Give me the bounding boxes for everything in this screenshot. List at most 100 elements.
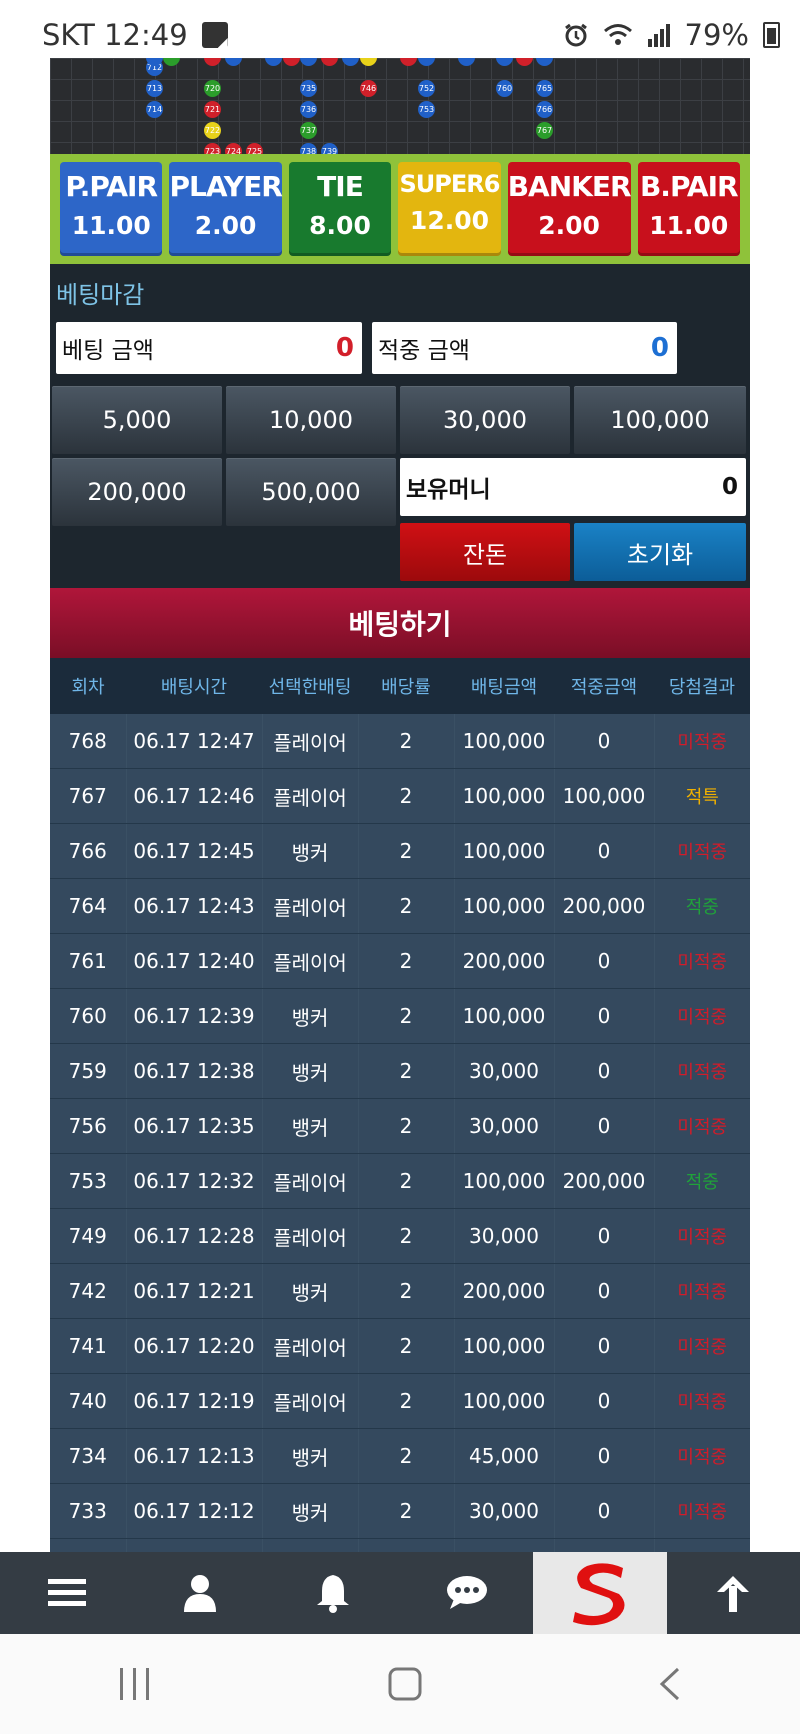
chip-200000[interactable]: 200,000	[52, 458, 222, 526]
history-cell: 미적중	[654, 714, 750, 769]
history-cell: 761	[50, 933, 127, 989]
history-cell: 06.17 12:47	[126, 714, 263, 769]
history-cell: 30,000	[454, 1483, 555, 1539]
chip-500000[interactable]: 500,000	[226, 458, 396, 526]
roadmap-dot: 737	[300, 122, 317, 139]
bet-option-odds: 11.00	[71, 211, 151, 240]
recent-apps-icon[interactable]	[118, 1668, 152, 1700]
history-cell: 766	[50, 823, 127, 879]
chat-button[interactable]	[400, 1552, 533, 1634]
history-cell: 뱅커	[262, 823, 359, 879]
history-cell: 2	[358, 1428, 455, 1484]
history-row: 761 06.17 12:40 플레이어 2 200,000 0 미적중	[50, 933, 750, 989]
back-icon[interactable]	[658, 1667, 682, 1701]
place-bet-button[interactable]: 베팅하기	[50, 588, 750, 658]
history-cell: 뱅커	[262, 1483, 359, 1539]
bet-option-p-pair[interactable]: P.PAIR 11.00	[60, 162, 163, 256]
roadmap-dot: 752	[418, 80, 435, 97]
chip-30000[interactable]: 30,000	[400, 386, 570, 454]
history-cell: 100,000	[454, 1373, 555, 1429]
bet-option-super6[interactable]: SUPER6 12.00	[398, 162, 501, 256]
notification-button[interactable]	[267, 1552, 400, 1634]
history-cell: 200,000	[454, 933, 555, 989]
home-icon[interactable]	[388, 1667, 422, 1701]
reset-button[interactable]: 초기화	[574, 523, 746, 581]
history-cell: 미적중	[654, 1318, 750, 1374]
history-cell: 733	[50, 1483, 127, 1539]
bet-amount-value: 0	[335, 333, 354, 363]
history-cell: 100,000	[554, 768, 655, 824]
change-button[interactable]: 잔돈	[400, 523, 570, 581]
system-nav-bar	[0, 1634, 800, 1734]
win-amount-label: 적중 금액	[378, 338, 470, 364]
history-cell: 06.17 12:40	[126, 933, 263, 989]
user-button[interactable]	[133, 1552, 266, 1634]
history-cell: 768	[50, 714, 127, 769]
history-cell: 2	[358, 768, 455, 824]
history-cell: 749	[50, 1208, 127, 1264]
history-cell: 2	[358, 714, 455, 769]
roadmap-dot: 722	[204, 122, 221, 139]
history-cell: 뱅커	[262, 1538, 359, 1552]
bet-option-name: B.PAIR	[639, 170, 739, 203]
bottom-nav	[0, 1552, 800, 1634]
history-cell: 미적중	[654, 1043, 750, 1099]
history-header-cell: 배당률	[358, 658, 454, 714]
chip-10000[interactable]: 10,000	[226, 386, 396, 454]
history-cell: 2	[358, 1373, 455, 1429]
roadmap-dot-partial	[283, 58, 300, 66]
roadmap-dot-partial	[163, 58, 180, 66]
roadmap-dot: 721	[204, 101, 221, 118]
win-amount-value: 0	[650, 333, 669, 363]
history-cell: 미적중	[654, 1263, 750, 1319]
history-row: 742 06.17 12:21 뱅커 2 200,000 0 미적중	[50, 1263, 750, 1319]
history-cell: 적중	[654, 1153, 750, 1209]
history-cell: 플레이어	[262, 714, 359, 769]
history-cell: 2	[358, 1483, 455, 1539]
bet-option-player[interactable]: PLAYER 2.00	[169, 162, 283, 256]
carrier-time: SKT 12:49	[42, 18, 188, 52]
history-cell: 플레이어	[262, 1153, 359, 1209]
bell-icon	[317, 1575, 350, 1613]
history-cell: 0	[554, 1483, 655, 1539]
bet-option-banker[interactable]: BANKER 2.00	[507, 162, 632, 256]
scroll-top-button[interactable]	[667, 1552, 800, 1634]
s-logo-icon	[572, 1563, 625, 1626]
roadmap-dot: 713	[146, 80, 163, 97]
user-icon	[183, 1575, 216, 1612]
alarm-icon	[564, 23, 587, 47]
odds-bar: P.PAIR 11.00 PLAYER 2.00 TIE 8.00 SUPER6 12.00 B…	[50, 154, 750, 264]
wifi-icon	[603, 24, 632, 45]
history-cell: 45,000	[454, 1428, 555, 1484]
history-cell: 플레이어	[262, 1208, 359, 1264]
history-cell: 미적중	[654, 1483, 750, 1539]
roadmap-dot: 765	[536, 80, 553, 97]
roadmap-dot: 735	[300, 80, 317, 97]
bet-option-tie[interactable]: TIE 8.00	[288, 162, 392, 256]
chip-5000[interactable]: 5,000	[52, 386, 222, 454]
roadmap-dot: 760	[496, 80, 513, 97]
history-cell: 200,000	[554, 1153, 655, 1209]
history-cell: 0	[554, 1318, 655, 1374]
history-row: 767 06.17 12:46 플레이어 2 100,000 100,000 적특	[50, 768, 750, 824]
history-cell: 30,000	[454, 1208, 555, 1264]
bet-option-odds: 11.00	[649, 211, 729, 240]
history-header-cell: 회차	[50, 658, 126, 714]
brand-logo[interactable]	[533, 1552, 667, 1634]
history-cell: 100,000	[454, 878, 555, 934]
history-cell: 뱅커	[262, 1428, 359, 1484]
history-cell: 2	[358, 1208, 455, 1264]
status-bar: SKT 12:49 79%	[0, 0, 800, 58]
history-row: 768 06.17 12:47 플레이어 2 100,000 0 미적중	[50, 714, 750, 769]
roadmap-dot-partial	[204, 58, 221, 66]
betting-history-table: 회차 배팅시간 선택한배팅 배당률 배팅금액 적중금액 당첨결과 768 06.17 12:4…	[50, 658, 750, 1552]
balance-label: 보유머니	[406, 477, 491, 503]
history-header-cell: 배팅금액	[454, 658, 554, 714]
menu-button[interactable]	[0, 1552, 133, 1634]
betting-app: 712 713 714 720 721 722 723 724 725 735 736 737 738 7…	[50, 58, 750, 1552]
chip-100000[interactable]: 100,000	[574, 386, 746, 454]
history-cell: 732	[50, 1538, 127, 1552]
bet-option-b-pair[interactable]: B.PAIR 11.00	[637, 162, 740, 256]
bet-option-name: P.PAIR	[65, 170, 158, 203]
history-cell: 30,000	[454, 1043, 555, 1099]
